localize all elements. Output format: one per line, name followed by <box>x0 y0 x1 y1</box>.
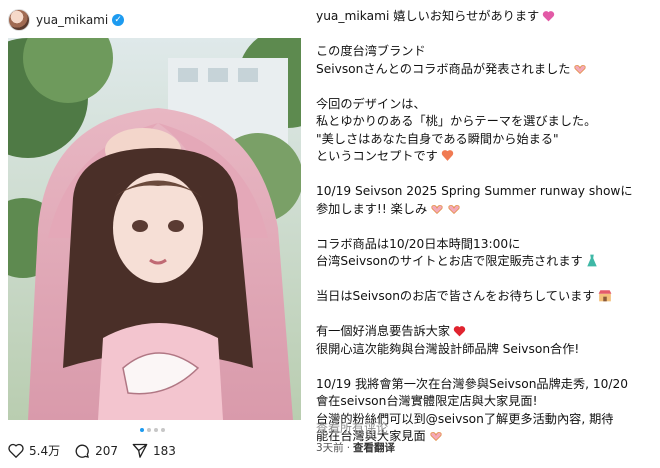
comment-action[interactable]: 207 <box>74 443 118 459</box>
caption-text: 10/19 Seivson 2025 Spring Summer runway … <box>316 184 633 198</box>
peach-heart-emoji <box>441 150 454 161</box>
verified-badge-icon: ✓ <box>112 14 125 26</box>
username[interactable]: yua_mikami <box>36 13 108 27</box>
carousel-dot[interactable] <box>154 428 158 432</box>
view-all-comments-link[interactable]: 查看所有评论 <box>316 419 388 436</box>
avatar[interactable] <box>8 9 30 31</box>
post-timestamp: 3天前 <box>316 442 344 454</box>
like-count: 5.4万 <box>29 444 61 458</box>
see-translation-link[interactable]: 查看翻译 <box>353 442 395 454</box>
share-action[interactable]: 183 <box>132 443 176 458</box>
caption-username[interactable]: yua_mikami <box>316 9 389 23</box>
caption-text: 會在seivson台灣實體限定店與大家見面! <box>316 394 538 408</box>
post-caption: yua_mikami 嬉しいお知らせがあります この度台湾ブランド Seivso… <box>316 8 654 446</box>
post-media-column: yua_mikami ✓ 5.4万 207 183 <box>0 0 308 468</box>
carousel-dot[interactable] <box>147 428 151 432</box>
carousel-dot[interactable] <box>161 428 165 432</box>
caption-text: 10/19 我將會第一次在台灣參與Seivson品牌走秀, 10/20 <box>316 376 629 391</box>
share-icon[interactable] <box>132 443 148 458</box>
caption-text: 很開心這次能夠與台灣設計師品牌 Seivson合作! <box>316 341 580 356</box>
caption-text: "美しさはあなた自身である瞬間から始まる" <box>316 131 559 146</box>
heart-hands-emoji <box>431 204 443 214</box>
caption-text: 嬉しいお知らせがあります <box>393 9 540 23</box>
red-heart-emoji <box>453 326 466 337</box>
caption-text: 参加します!! 楽しみ <box>316 201 428 216</box>
caption-text: この度台湾ブランド <box>316 44 426 58</box>
caption-text: コラボ商品は10/20日本時間13:00に <box>316 236 521 251</box>
caption-text: 私とゆかりのある「桃」からテーマを選びました。 <box>316 114 597 128</box>
caption-text: 有一個好消息要告訴大家 <box>316 324 451 338</box>
pink-heart-emoji <box>543 11 555 22</box>
heart-icon[interactable] <box>8 443 24 458</box>
post-caption-column: yua_mikami 嬉しいお知らせがあります この度台湾ブランド Seivso… <box>316 0 656 468</box>
shop-emoji <box>598 290 611 302</box>
post-photo[interactable] <box>8 38 301 420</box>
caption-text: 今回のデザインは、 <box>316 96 426 111</box>
photo-illustration <box>8 38 301 420</box>
share-count: 183 <box>153 443 176 458</box>
caption-text: 当日はSeivsonのお店で皆さんをお待ちしています <box>316 289 595 303</box>
heart-hands-emoji <box>574 64 587 74</box>
carousel-dots <box>140 428 165 432</box>
carousel-dot-active[interactable] <box>140 428 144 432</box>
caption-text: 台湾Seivsonのサイトとお店で限定販売されます <box>316 254 583 268</box>
comment-count: 207 <box>95 443 118 458</box>
post-actions: 5.4万 207 183 <box>8 442 190 459</box>
post-header: yua_mikami ✓ <box>8 8 125 32</box>
caption-text: というコンセプトです <box>316 149 438 163</box>
meta-separator: · <box>346 442 351 454</box>
heart-hands-emoji <box>448 204 460 214</box>
comment-icon[interactable] <box>74 443 90 459</box>
heart-hands-emoji <box>430 432 442 442</box>
like-action[interactable]: 5.4万 <box>8 442 60 459</box>
post-meta: 3天前 · 查看翻译 <box>316 440 395 455</box>
caption-text: Seivsonさんとのコラボ商品が発表されました <box>316 61 571 76</box>
dress-emoji <box>587 254 597 267</box>
